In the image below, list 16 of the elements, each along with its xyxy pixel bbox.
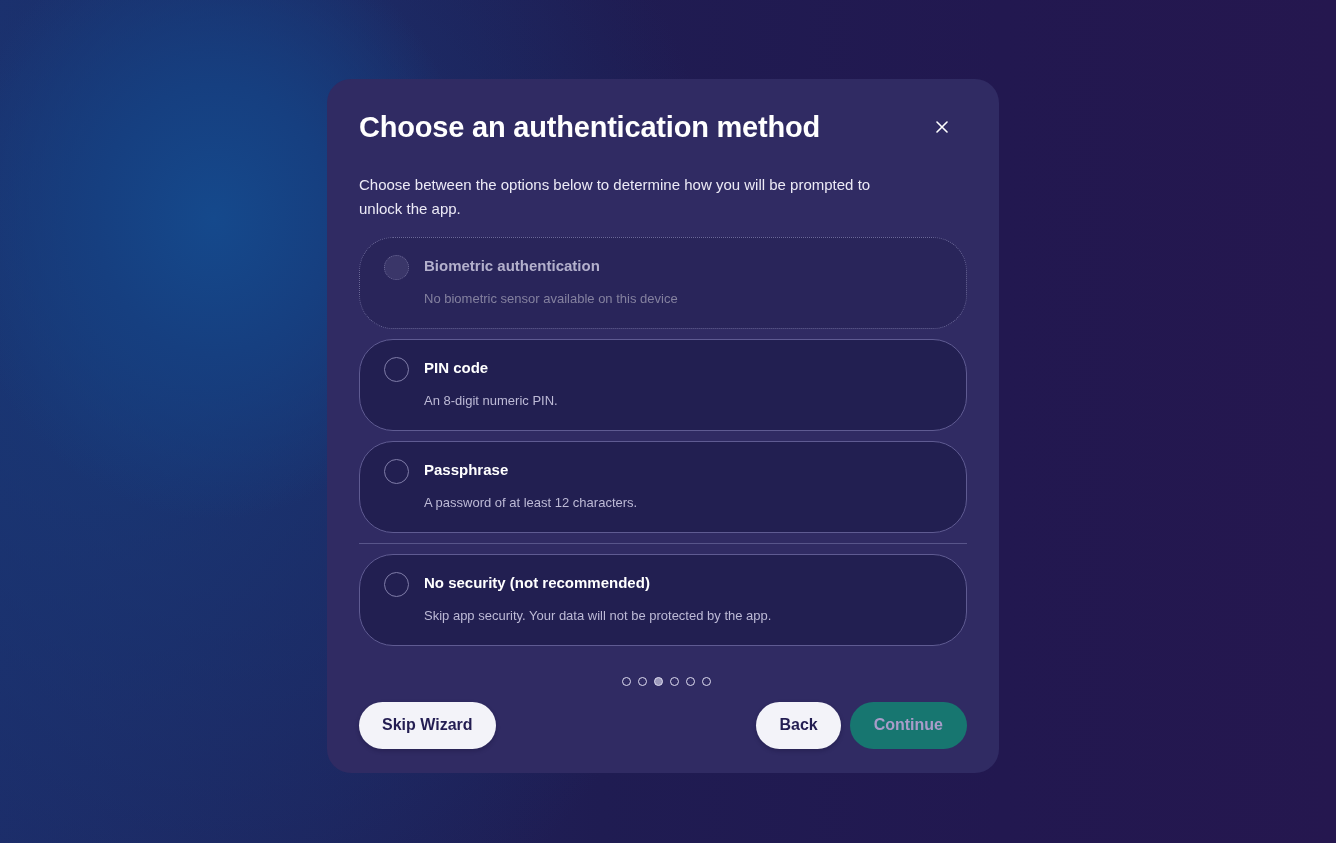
option-description: A password of at least 12 characters. bbox=[424, 493, 638, 512]
secondary-button[interactable]: Skip Wizard bbox=[359, 701, 496, 749]
close-icon bbox=[936, 120, 948, 133]
dialog-description: Choose between the options below to determine how you will be prompted to unlock the app. bbox=[359, 174, 872, 219]
option-description: An 8-digit numeric PIN. bbox=[424, 391, 558, 410]
option-card[interactable]: PIN code An 8-digit numeric PIN. bbox=[359, 338, 967, 431]
dialog-title: Choose an authentication method bbox=[359, 109, 821, 145]
option-title: No security (not recommended) bbox=[424, 572, 650, 593]
option-description: Skip app security. Your data will not be protected by the app. bbox=[424, 606, 772, 625]
option-description: No biometric sensor available on this device bbox=[424, 289, 678, 308]
option-title: Biometric authentication bbox=[424, 255, 600, 276]
option-card[interactable]: Passphrase A password of at least 12 characters. bbox=[359, 440, 967, 533]
option-title: PIN code bbox=[424, 357, 489, 378]
option-title: Passphrase bbox=[424, 459, 509, 480]
secondary-button[interactable]: Back bbox=[756, 701, 841, 749]
option-card[interactable]: No security (not recommended) Skip app security. Your data will not be protected by the app. bbox=[359, 553, 967, 646]
